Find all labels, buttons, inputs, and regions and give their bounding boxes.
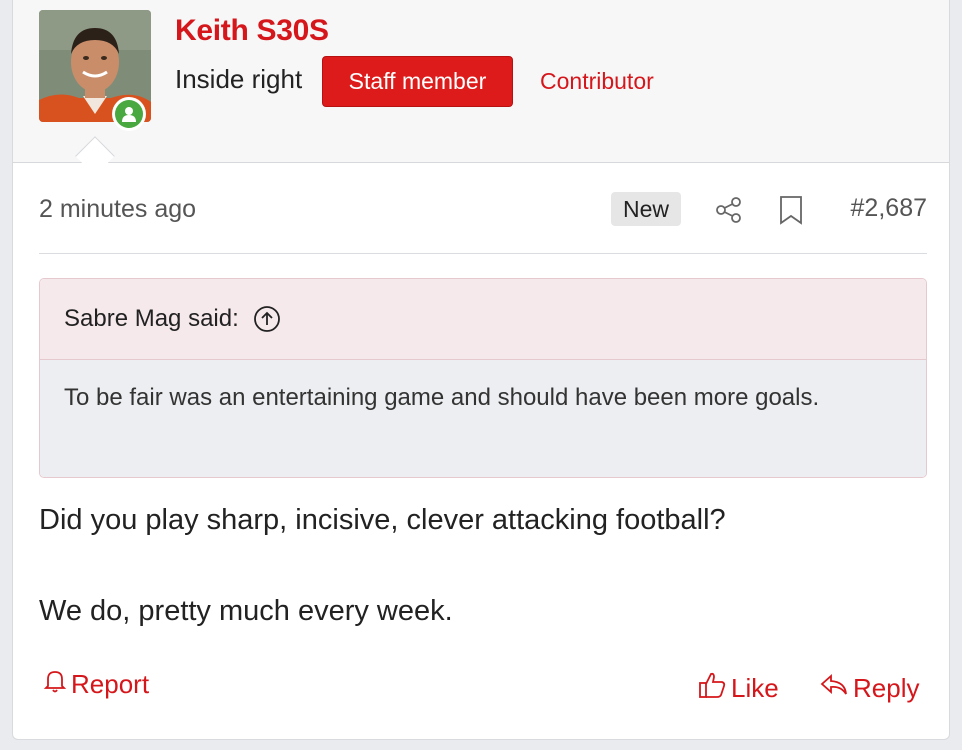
- username[interactable]: Keith S30S: [175, 14, 329, 48]
- post-body: Did you play sharp, incisive, clever att…: [39, 498, 927, 634]
- message-user-block: Keith S30S Inside right Staff member Con…: [13, 0, 949, 163]
- reply-button[interactable]: Reply: [819, 670, 919, 707]
- report-label: Report: [71, 669, 150, 699]
- post-timestamp[interactable]: 2 minutes ago: [39, 195, 196, 224]
- staff-member-badge: Staff member: [322, 56, 513, 107]
- share-icon[interactable]: [713, 194, 745, 231]
- post-line: We do, pretty much every week.: [39, 595, 453, 627]
- like-button[interactable]: Like: [697, 670, 779, 707]
- user-title: Inside right: [175, 64, 303, 94]
- post-number-link[interactable]: #2,687: [851, 194, 927, 223]
- quote-jump-arrow-icon[interactable]: [253, 305, 281, 333]
- user-online-indicator: [112, 97, 146, 131]
- post-line: Did you play sharp, incisive, clever att…: [39, 504, 726, 536]
- bell-icon: [43, 668, 71, 701]
- user-online-icon: [115, 100, 143, 128]
- user-banner-contributor: Contributor: [540, 68, 654, 94]
- post-meta-bar: 2 minutes ago New #2,687: [39, 192, 927, 232]
- quote-author[interactable]: Sabre Mag said:: [64, 305, 239, 333]
- like-label: Like: [731, 673, 779, 703]
- meta-divider: [39, 253, 927, 254]
- quote-content: To be fair was an entertaining game and …: [40, 360, 926, 477]
- reply-label: Reply: [853, 673, 920, 703]
- bookmark-icon[interactable]: [777, 194, 805, 231]
- post-card: Keith S30S Inside right Staff member Con…: [12, 0, 950, 740]
- quote-block: Sabre Mag said: To be fair was an entert…: [39, 278, 927, 478]
- quote-header: Sabre Mag said:: [40, 279, 926, 360]
- report-button[interactable]: Report: [43, 668, 149, 701]
- thumbs-up-icon: [697, 670, 731, 707]
- new-badge: New: [611, 192, 681, 226]
- reply-arrow-icon: [819, 670, 853, 707]
